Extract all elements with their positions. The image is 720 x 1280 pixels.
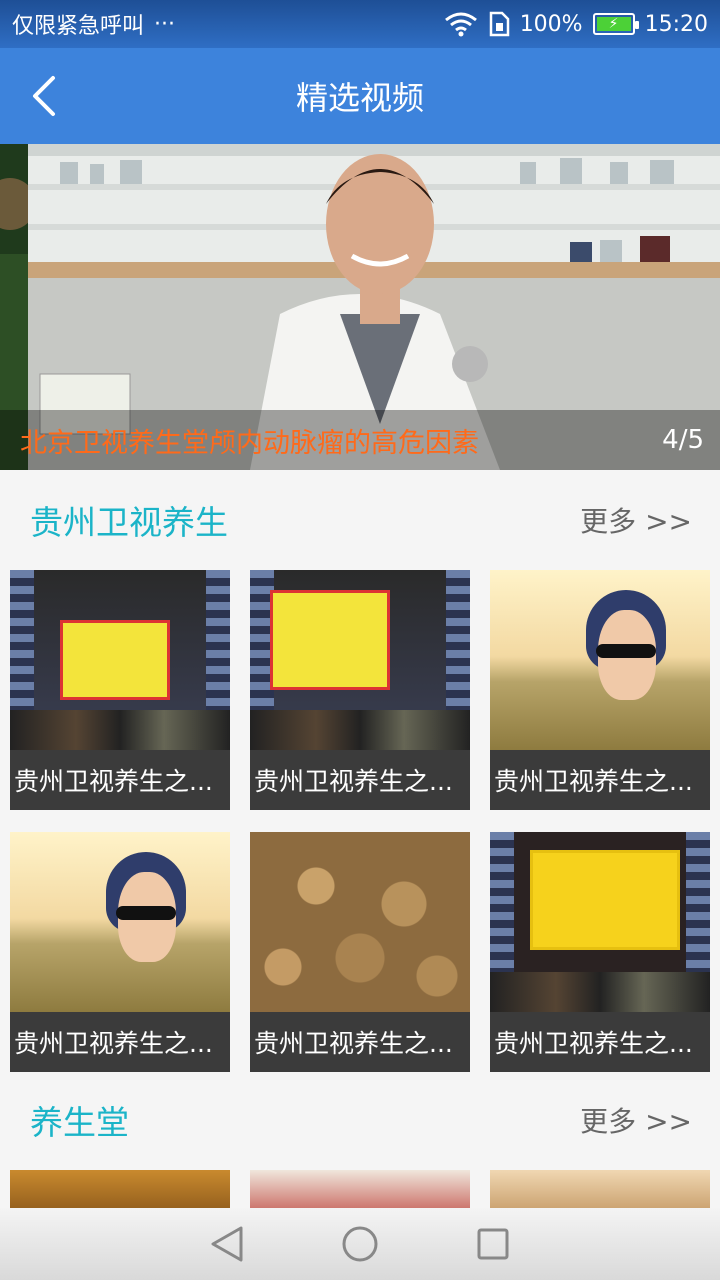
system-nav-bar [0, 1208, 720, 1280]
video-title: 贵州卫视养生之... [250, 750, 470, 810]
section-title: 贵州卫视养生 [30, 503, 228, 542]
video-card[interactable]: 贵州卫视养生之... [490, 570, 710, 810]
video-title: 贵州卫视养生之... [490, 1012, 710, 1072]
video-card[interactable]: 贵州卫视养生之... [250, 832, 470, 1072]
recent-square-icon [477, 1228, 509, 1260]
app-bar: 精选视频 [0, 48, 720, 144]
section-title: 养生堂 [30, 1103, 129, 1142]
video-card[interactable]: 贵州卫视养生之... [10, 832, 230, 1072]
section-header: 养生堂 更多 >> [0, 1070, 720, 1170]
video-grid: 贵州卫视养生之... 贵州卫视养生之... 贵州卫视养生之... 贵州卫视养生之… [0, 570, 720, 1072]
video-title: 贵州卫视养生之... [490, 750, 710, 810]
back-triangle-icon [211, 1226, 243, 1262]
more-link[interactable]: 更多 >> [580, 1100, 692, 1140]
status-left: 仅限紧急呼叫 ··· [12, 8, 444, 40]
back-button[interactable] [14, 66, 74, 126]
video-thumbnail [250, 832, 470, 1012]
status-bar: 仅限紧急呼叫 ··· 100% ⚡ 15:20 [0, 0, 720, 48]
video-thumbnail [10, 570, 230, 750]
banner-title: 北京卫视养生堂颅内动脉瘤的高危因素 [20, 427, 479, 459]
nav-back-button[interactable] [197, 1214, 257, 1274]
page-title: 精选视频 [295, 79, 424, 117]
sim-icon [488, 11, 510, 37]
video-title: 贵州卫视养生之... [250, 1012, 470, 1072]
section-yangshengtang: 养生堂 更多 >> [0, 1070, 720, 1230]
more-link[interactable]: 更多 >> [580, 500, 692, 540]
video-thumbnail [490, 570, 710, 750]
wifi-icon [444, 11, 478, 37]
battery-percent: 100% [519, 11, 583, 37]
video-thumbnail [10, 832, 230, 1012]
home-circle-icon [342, 1226, 378, 1262]
status-right: 100% ⚡ 15:20 [444, 11, 708, 37]
banner-caption: 北京卫视养生堂颅内动脉瘤的高危因素 4/5 [0, 410, 720, 470]
video-card[interactable]: 贵州卫视养生之... [10, 570, 230, 810]
nav-recent-button[interactable] [463, 1214, 523, 1274]
video-card[interactable]: 贵州卫视养生之... [250, 570, 470, 810]
video-card[interactable]: 贵州卫视养生之... [490, 832, 710, 1072]
banner-page-indicator: 4/5 [662, 425, 704, 455]
screen: 仅限紧急呼叫 ··· 100% ⚡ 15:20 精选视频 北京卫视养生堂颅内动脉… [0, 0, 720, 1280]
carrier-text: 仅限紧急呼叫 [12, 14, 145, 39]
more-indicator: ··· [154, 11, 175, 37]
section-header: 贵州卫视养生 更多 >> [0, 470, 720, 570]
video-thumbnail [250, 570, 470, 750]
section-guizhou: 贵州卫视养生 更多 >> 贵州卫视养生之... 贵州卫视养生之... 贵州卫视养… [0, 470, 720, 1072]
clock: 15:20 [644, 11, 708, 37]
banner-carousel[interactable]: 北京卫视养生堂颅内动脉瘤的高危因素 4/5 [0, 144, 720, 470]
chevron-left-icon [33, 76, 55, 116]
battery-icon: ⚡ [592, 13, 639, 35]
video-title: 贵州卫视养生之... [10, 750, 230, 810]
video-title: 贵州卫视养生之... [10, 1012, 230, 1072]
nav-home-button[interactable] [330, 1214, 390, 1274]
video-thumbnail [490, 832, 710, 1012]
